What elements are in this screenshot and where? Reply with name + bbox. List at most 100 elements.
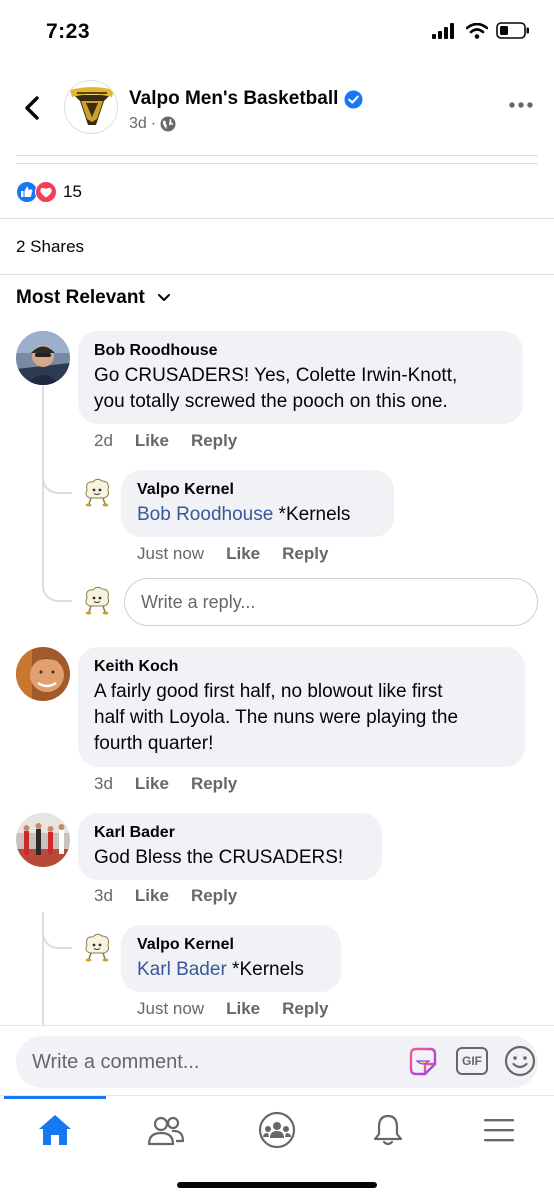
signal-icon	[432, 22, 454, 39]
verified-badge-icon	[344, 89, 363, 109]
sticker-icon[interactable]	[406, 1044, 440, 1078]
chevron-down-icon	[157, 294, 170, 301]
profile-photo	[16, 647, 70, 701]
reply-text: Karl Bader *Kernels	[137, 957, 325, 983]
reaction-count[interactable]: 15	[63, 182, 82, 202]
avatar-karl-bader[interactable]	[16, 813, 70, 867]
reply-time: Just now	[137, 544, 205, 563]
comment-author[interactable]: Keith Koch	[94, 657, 509, 677]
like-button[interactable]: Like	[135, 886, 169, 906]
like-button[interactable]: Like	[135, 774, 169, 794]
like-button[interactable]: Like	[226, 544, 260, 564]
kernel-mascot-icon	[85, 478, 109, 507]
profile-photo	[16, 813, 70, 867]
post-meta: 3d ·	[129, 115, 176, 133]
comment-actions: 3d Like Reply	[94, 886, 237, 906]
kernel-mascot-icon	[85, 586, 109, 615]
avatar-valpo-kernel	[80, 584, 114, 618]
comment-bubble[interactable]: Karl Bader God Bless the CRUSADERS!	[78, 813, 382, 880]
comment-sort-dropdown[interactable]: Most Relevant	[16, 287, 171, 309]
reply-actions: Just now Like Reply	[137, 544, 328, 564]
emoji-icon[interactable]	[504, 1045, 536, 1077]
avatar-keith-koch[interactable]	[16, 647, 70, 701]
post-time[interactable]: 3d	[129, 115, 147, 133]
mention-link[interactable]: Karl Bader	[137, 959, 227, 980]
like-button[interactable]: Like	[226, 999, 260, 1019]
tab-menu[interactable]	[479, 1110, 519, 1150]
composer-icons: GIF	[406, 1044, 536, 1078]
status-bar: 7:23	[0, 0, 554, 66]
status-time: 7:23	[46, 20, 91, 43]
reply-bubble[interactable]: Valpo Kernel Bob Roodhouse *Kernels	[121, 470, 394, 537]
comment-time: 2d	[94, 431, 113, 450]
reply-thread-curve	[42, 925, 72, 949]
comment-author[interactable]: Karl Bader	[94, 823, 366, 843]
comment-text-line: God Bless the CRUSADERS!	[94, 847, 344, 868]
reply-input-placeholder: Write a reply...	[141, 591, 256, 612]
comment-text-line: fourth quarter!	[94, 733, 214, 754]
page-avatar[interactable]	[64, 80, 118, 134]
page-name-text[interactable]: Valpo Men's Basketball	[129, 88, 338, 110]
reply-time: Just now	[137, 999, 205, 1018]
comment-text-line: Go CRUSADERS! Yes, Colette Irwin-Knott,	[94, 365, 458, 386]
reply-input[interactable]: Write a reply...	[124, 578, 538, 626]
tab-home[interactable]	[35, 1110, 75, 1150]
reply-thread-line	[42, 480, 44, 580]
status-icons	[432, 22, 530, 39]
reply-author[interactable]: Valpo Kernel	[137, 935, 325, 955]
divider-reactions	[0, 218, 554, 219]
gif-icon[interactable]: GIF	[456, 1047, 488, 1075]
home-indicator	[177, 1182, 377, 1188]
avatar-valpo-kernel[interactable]	[80, 931, 114, 965]
reply-button[interactable]: Reply	[191, 886, 237, 906]
reply-thread-curve	[42, 470, 72, 494]
divider-top-2	[16, 163, 538, 164]
valpo-logo-icon	[70, 87, 114, 125]
reply-button[interactable]: Reply	[282, 999, 328, 1019]
meta-separator: ·	[150, 115, 157, 132]
reply-button[interactable]: Reply	[191, 774, 237, 794]
bell-icon	[373, 1114, 403, 1146]
reply-button[interactable]: Reply	[282, 544, 328, 564]
comment-time: 3d	[94, 774, 113, 793]
friends-icon	[147, 1116, 185, 1146]
comment-input-placeholder: Write a comment...	[32, 1050, 200, 1073]
reply-bubble[interactable]: Valpo Kernel Karl Bader *Kernels	[121, 925, 341, 992]
like-button[interactable]: Like	[135, 431, 169, 451]
reactions-summary[interactable]: 15	[16, 181, 82, 203]
reply-thread-curve	[42, 570, 72, 602]
avatar-bob-roodhouse[interactable]	[16, 331, 70, 385]
page-name[interactable]: Valpo Men's Basketball	[129, 88, 363, 110]
more-icon[interactable]	[508, 100, 534, 110]
comment-author[interactable]: Bob Roodhouse	[94, 341, 507, 361]
reply-text-body: *Kernels	[273, 504, 351, 525]
menu-icon	[484, 1119, 514, 1142]
kernel-mascot-icon	[85, 933, 109, 962]
comment-composer: Write a comment... GIF	[0, 1025, 554, 1097]
reply-thread-line	[42, 386, 44, 478]
active-tab-indicator	[4, 1096, 106, 1099]
comment-bubble[interactable]: Bob Roodhouse Go CRUSADERS! Yes, Colette…	[78, 331, 523, 424]
comment-actions: 3d Like Reply	[94, 774, 237, 794]
reply-text-body: *Kernels	[226, 959, 304, 980]
reply-text: Bob Roodhouse *Kernels	[137, 502, 378, 528]
battery-icon	[496, 22, 529, 39]
mention-link[interactable]: Bob Roodhouse	[137, 504, 273, 525]
home-icon	[39, 1115, 71, 1145]
divider-shares	[0, 274, 554, 275]
comment-actions: 2d Like Reply	[94, 431, 237, 451]
globe-icon	[160, 116, 176, 132]
comment-text-line: half with Loyola. The nuns were playing …	[94, 707, 459, 728]
comment-bubble[interactable]: Keith Koch A fairly good first half, no …	[78, 647, 525, 767]
back-chevron-icon[interactable]	[20, 94, 44, 122]
love-reaction-icon	[35, 181, 57, 203]
tab-friends[interactable]	[146, 1110, 186, 1150]
reply-button[interactable]: Reply	[191, 431, 237, 451]
comment-text-line: you totally screwed the pooch on this on…	[94, 391, 448, 412]
sort-label[interactable]: Most Relevant	[16, 287, 145, 309]
reply-author[interactable]: Valpo Kernel	[137, 480, 378, 500]
avatar-valpo-kernel[interactable]	[80, 476, 114, 510]
tab-notifications[interactable]	[368, 1110, 408, 1150]
tab-groups[interactable]	[257, 1110, 297, 1150]
shares-count[interactable]: 2 Shares	[16, 237, 84, 257]
